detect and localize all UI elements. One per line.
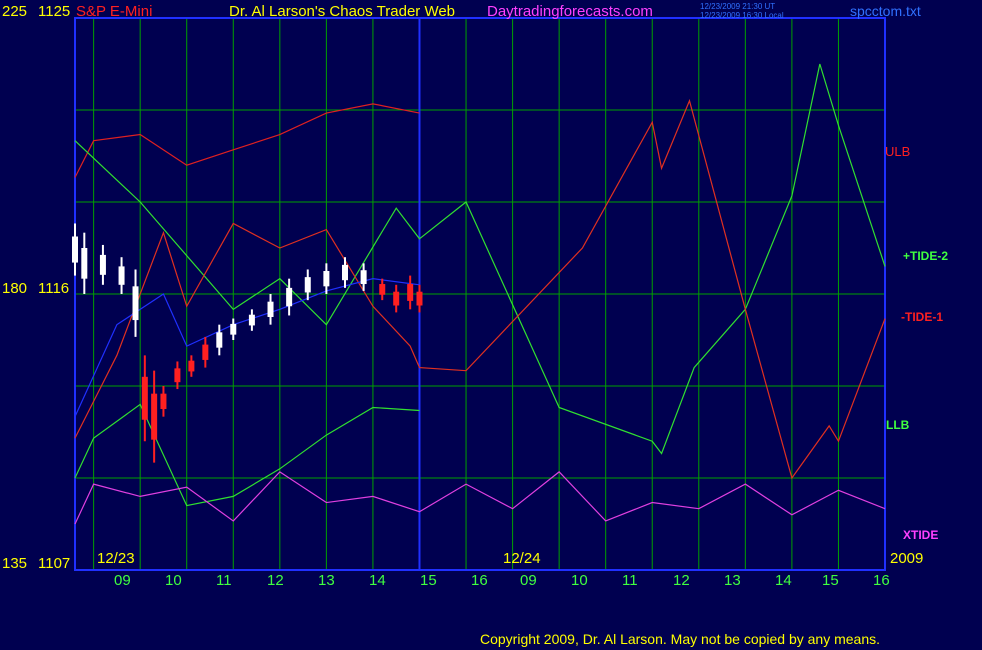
price-bar-body xyxy=(304,277,311,293)
hour-label: 10 xyxy=(165,572,182,589)
price-bar-body xyxy=(323,271,330,287)
ulb-label: ULB xyxy=(885,144,911,159)
filename: spcctom.txt xyxy=(850,3,921,19)
instrument-label: S&P E-Mini xyxy=(76,3,153,20)
llb-label: LLB xyxy=(886,418,910,432)
year-label: 2009 xyxy=(890,550,924,567)
hour-label: 11 xyxy=(622,572,638,589)
hour-label: 10 xyxy=(571,572,588,589)
price-bar-body xyxy=(132,286,139,321)
price-bar-body xyxy=(267,301,274,317)
hour-label: 11 xyxy=(216,572,232,589)
chart-title: Dr. Al Larson's Chaos Trader Web xyxy=(229,3,456,20)
price-bar-body xyxy=(286,287,293,307)
price-bar-body xyxy=(141,376,148,420)
right-scale-top: 1125 xyxy=(38,3,71,20)
copyright-notice: Copyright 2009, Dr. Al Larson. May not b… xyxy=(480,631,881,647)
chart xyxy=(0,0,982,650)
hour-label: 12 xyxy=(267,572,284,589)
price-bar-body xyxy=(360,270,367,285)
price-bar-body xyxy=(248,314,255,326)
mid-right-scale: 1116 xyxy=(38,280,70,297)
bottom-left-scale: 135 xyxy=(2,555,28,572)
price-bar-body xyxy=(342,264,348,281)
mid-left-scale: 180 xyxy=(2,280,28,297)
chart-background xyxy=(0,0,982,650)
hour-label: 15 xyxy=(822,572,839,589)
hour-label: 16 xyxy=(471,572,488,589)
timestamp-ut: 12/23/2009 21:30 UT xyxy=(700,2,776,11)
price-bar-body xyxy=(216,332,223,348)
price-bar-body xyxy=(174,368,181,383)
price-bar-body xyxy=(118,266,125,285)
price-bar-body xyxy=(99,254,106,275)
hour-label: 09 xyxy=(520,572,537,589)
left-scale-top: 225 xyxy=(2,3,28,20)
xtide-label: XTIDE xyxy=(903,528,939,542)
bottom-right-scale: 1107 xyxy=(38,555,71,572)
price-bar-body xyxy=(160,393,167,409)
hour-label: 13 xyxy=(724,572,741,589)
hour-label: 16 xyxy=(873,572,890,589)
price-bar-body xyxy=(81,248,88,279)
price-bar-body xyxy=(393,291,400,306)
hour-label: 14 xyxy=(369,572,386,589)
day1-label: 12/23 xyxy=(97,550,135,567)
hour-label: 15 xyxy=(420,572,437,589)
price-bar-body xyxy=(416,291,423,306)
price-bar-body xyxy=(407,284,414,301)
price-bar-body xyxy=(230,323,237,335)
price-bar-body xyxy=(72,236,78,263)
tide1-label: -TIDE-1 xyxy=(901,310,943,324)
price-bar-body xyxy=(188,360,195,372)
price-bar-body xyxy=(379,284,386,295)
tide2-label: +TIDE-2 xyxy=(903,249,949,263)
website-link[interactable]: Daytradingforecasts.com xyxy=(487,4,653,19)
timestamp-local: 12/23/2009 16:30 Local xyxy=(700,11,784,20)
hour-label: 12 xyxy=(673,572,690,589)
hour-label: 14 xyxy=(775,572,792,589)
hour-label: 09 xyxy=(114,572,131,589)
price-bar-body xyxy=(202,344,209,360)
price-bar-body xyxy=(151,393,158,440)
day2-label: 12/24 xyxy=(503,550,541,567)
hour-label: 13 xyxy=(318,572,335,589)
